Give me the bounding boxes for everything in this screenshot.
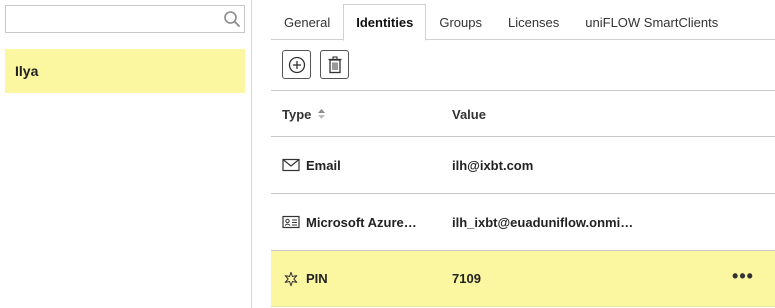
search-box <box>5 5 245 33</box>
table-row-pin[interactable]: PIN 7109 ••• <box>271 251 775 307</box>
more-actions-button[interactable]: ••• <box>732 267 754 287</box>
value-column-header[interactable]: Value <box>441 107 711 122</box>
table-row-email[interactable]: Email ilh@ixbt.com <box>271 137 775 194</box>
tab-identities[interactable]: Identities <box>343 4 427 41</box>
sort-icon[interactable] <box>317 108 326 120</box>
search-icon[interactable] <box>223 10 241 28</box>
search-input[interactable] <box>6 6 216 32</box>
identity-type: PIN <box>306 271 328 286</box>
identity-value: ilh_ixbt@euaduniflow.onmi… <box>452 214 634 230</box>
identities-table: Type Value Email ilh@ixbt.com Microsoft … <box>271 92 775 307</box>
tab-bar: General Identities Groups Licenses uniFL… <box>271 4 775 41</box>
identities-toolbar <box>282 50 349 79</box>
user-name: Ilya <box>15 63 39 79</box>
identity-type: Microsoft Azure… <box>306 214 417 230</box>
table-header: Type Value <box>271 92 775 137</box>
toolbar-divider <box>271 90 775 91</box>
table-row-azure[interactable]: Microsoft Azure… ilh_ixbt@euaduniflow.on… <box>271 194 775 251</box>
id-card-icon <box>282 215 300 229</box>
envelope-icon <box>282 158 300 172</box>
add-identity-button[interactable] <box>282 50 311 79</box>
identity-value: 7109 <box>452 271 481 286</box>
identity-type: Email <box>306 157 341 173</box>
tab-uniflow-smartclients[interactable]: uniFLOW SmartClients <box>572 4 731 40</box>
user-list-pane: Ilya <box>0 0 252 308</box>
type-column-header[interactable]: Type <box>271 107 441 122</box>
tab-licenses[interactable]: Licenses <box>495 4 572 40</box>
pin-asterisk-icon <box>284 271 298 286</box>
tab-general[interactable]: General <box>271 4 343 40</box>
type-header-label: Type <box>282 106 312 122</box>
add-circle-icon <box>288 56 305 73</box>
user-details-pane: General Identities Groups Licenses uniFL… <box>253 0 775 308</box>
delete-identity-button[interactable] <box>320 50 349 79</box>
identity-value: ilh@ixbt.com <box>452 157 534 173</box>
trash-icon <box>328 55 341 73</box>
user-list-item[interactable]: Ilya <box>5 49 245 93</box>
tab-groups[interactable]: Groups <box>426 4 495 40</box>
